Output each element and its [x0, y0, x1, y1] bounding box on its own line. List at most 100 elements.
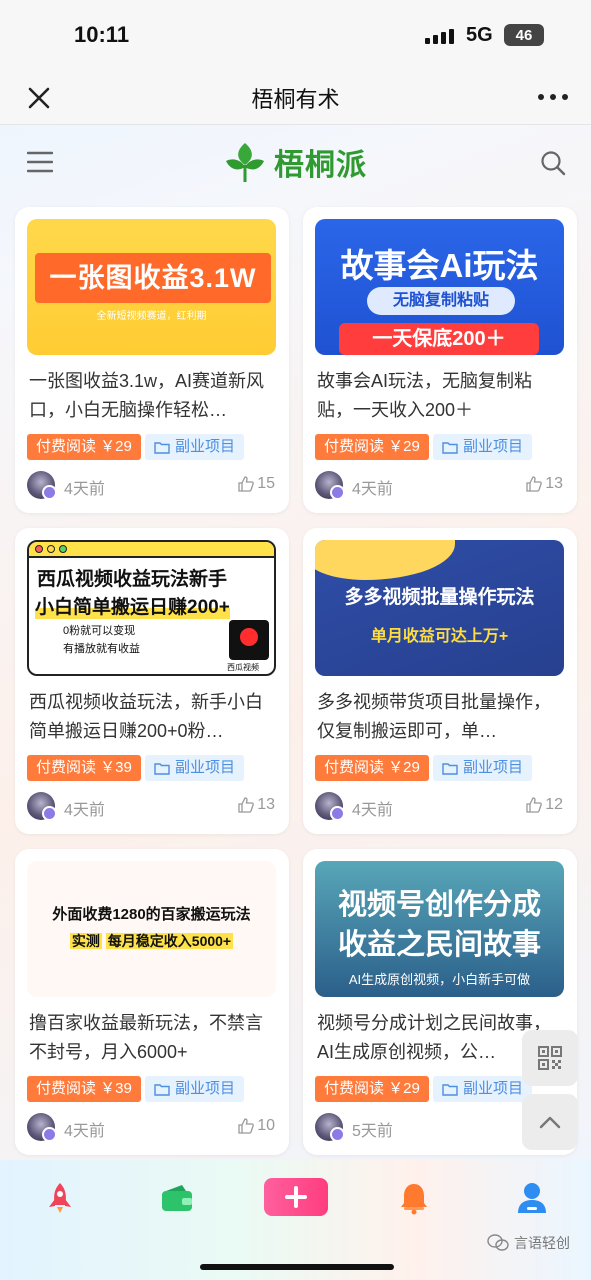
nav-notifications[interactable] [394, 1178, 434, 1218]
thumb-line: 小白简单搬运日赚200+ [35, 592, 230, 619]
avatar[interactable] [315, 1113, 345, 1142]
like-icon [238, 476, 255, 492]
like-icon [526, 476, 543, 492]
thumb-line: 外面收费1280的百家搬运玩法 [52, 906, 251, 923]
category-tag[interactable]: 副业项目 [145, 755, 245, 781]
like-count[interactable]: 10 [238, 1117, 275, 1135]
article-grid: 一张图收益3.1W 全新短视频赛道，红利期 一张图收益3.1w，AI赛道新风口，… [0, 0, 591, 1160]
home-indicator [200, 1264, 394, 1270]
nav-wallet[interactable] [157, 1178, 197, 1218]
thumb-line: 视频号创作分成 [337, 889, 541, 921]
thumb-line: 有播放就有收益 [63, 643, 140, 655]
category-label: 副业项目 [175, 1080, 236, 1097]
avatar[interactable] [27, 471, 57, 500]
thumb-line: 收益之民间故事 [337, 929, 541, 961]
category-tag[interactable]: 副业项目 [433, 1076, 533, 1102]
price-tag: 付费阅读 ￥29 [315, 434, 429, 460]
card-thumbnail[interactable]: 外面收费1280的百家搬运玩法 实测 每月稳定收入5000+ [27, 861, 276, 997]
like-count[interactable]: 15 [238, 475, 275, 493]
post-time: 5天前 [352, 1123, 393, 1140]
chevron-up-icon [539, 1116, 561, 1129]
card-thumbnail[interactable]: 西瓜视频收益玩法新手 小白简单搬运日赚200+ 0粉就可以变现 有播放就有收益 … [27, 540, 276, 676]
wechat-icon [487, 1234, 509, 1251]
article-card[interactable]: 外面收费1280的百家搬运玩法 实测 每月稳定收入5000+ 撸百家收益最新玩法… [15, 849, 289, 1155]
avatar[interactable] [315, 792, 345, 821]
category-label: 副业项目 [463, 759, 524, 776]
category-tag[interactable]: 副业项目 [145, 434, 245, 460]
thumb-line: 多多视频批量操作玩法 [344, 587, 535, 608]
thumb-line: AI生成原创视频，小白新手可做 [348, 972, 531, 987]
nav-home[interactable] [40, 1178, 80, 1218]
watermark-text: 言语轻创 [514, 1235, 570, 1251]
thumb-highlight: 实测 [69, 933, 102, 949]
thumb-line: 西瓜视频收益玩法新手 [37, 569, 228, 590]
article-card[interactable]: 多多视频批量操作玩法 单月收益可达上万+ 多多视频带货项目批量操作，仅复制搬运即… [303, 528, 577, 834]
card-title[interactable]: 西瓜视频收益玩法，新手小白简单搬运日赚200+0粉… [29, 688, 277, 746]
like-number: 12 [545, 796, 563, 813]
thumb-badge-label: 西瓜视频 [227, 663, 259, 672]
like-count[interactable]: 12 [526, 796, 563, 814]
category-label: 副业项目 [175, 759, 236, 776]
thumb-decoration [315, 540, 455, 580]
back-to-top-button[interactable] [522, 1094, 578, 1150]
card-title[interactable]: 一张图收益3.1w，AI赛道新风口，小白无脑操作轻松… [29, 367, 277, 425]
like-number: 10 [257, 1117, 275, 1134]
post-time: 4天前 [64, 481, 105, 498]
thumb-line: 实测 每月稳定收入5000+ [27, 931, 276, 951]
category-label: 副业项目 [463, 1080, 524, 1097]
bottom-nav: 言语轻创 [0, 1160, 591, 1280]
price-tag: 付费阅读 ￥39 [27, 755, 141, 781]
folder-icon [442, 762, 458, 775]
like-count[interactable]: 13 [238, 796, 275, 814]
thumb-headline: 故事会Ai玩法 [340, 247, 539, 284]
thumb-pill: 无脑复制粘贴 [367, 287, 515, 315]
thumb-bar: 一天保底200＋ [339, 323, 539, 355]
avatar[interactable] [27, 1113, 57, 1142]
card-thumbnail[interactable]: 一张图收益3.1W 全新短视频赛道，红利期 [27, 219, 276, 355]
like-icon [238, 1118, 255, 1134]
like-number: 13 [257, 796, 275, 813]
thumb-headline: 一张图收益3.1W [35, 253, 271, 303]
like-number: 13 [545, 475, 563, 492]
avatar[interactable] [315, 471, 345, 500]
price-tag: 付费阅读 ￥39 [27, 1076, 141, 1102]
avatar[interactable] [27, 792, 57, 821]
post-time: 4天前 [352, 481, 393, 498]
article-card[interactable]: 一张图收益3.1W 全新短视频赛道，红利期 一张图收益3.1w，AI赛道新风口，… [15, 207, 289, 513]
user-icon [518, 1183, 546, 1213]
card-title[interactable]: 故事会AI玩法，无脑复制粘贴，一天收入200＋ [317, 367, 565, 425]
category-label: 副业项目 [175, 438, 236, 455]
category-tag[interactable]: 副业项目 [145, 1076, 245, 1102]
qrcode-button[interactable] [522, 1030, 578, 1086]
article-card[interactable]: 故事会Ai玩法 无脑复制粘贴 一天保底200＋ 故事会AI玩法，无脑复制粘贴，一… [303, 207, 577, 513]
category-tag[interactable]: 副业项目 [433, 755, 533, 781]
post-time: 4天前 [352, 802, 393, 819]
like-number: 15 [257, 475, 275, 492]
category-label: 副业项目 [463, 438, 524, 455]
post-time: 4天前 [64, 1123, 105, 1140]
card-title[interactable]: 多多视频带货项目批量操作，仅复制搬运即可，单… [317, 688, 565, 746]
like-count[interactable]: 13 [526, 475, 563, 493]
folder-icon [442, 441, 458, 454]
thumb-subline: 全新短视频赛道，红利期 [96, 311, 207, 322]
card-thumbnail[interactable]: 多多视频批量操作玩法 单月收益可达上万+ [315, 540, 564, 676]
plus-icon [285, 1186, 307, 1208]
qrcode-icon [538, 1046, 562, 1070]
article-card[interactable]: 西瓜视频收益玩法新手 小白简单搬运日赚200+ 0粉就可以变现 有播放就有收益 … [15, 528, 289, 834]
rocket-icon [49, 1183, 71, 1213]
thumb-line: 单月收益可达上万+ [370, 628, 509, 645]
like-icon [526, 797, 543, 813]
category-tag[interactable]: 副业项目 [433, 434, 533, 460]
folder-icon [154, 762, 170, 775]
price-tag: 付费阅读 ￥29 [27, 434, 141, 460]
thumb-highlight: 每月稳定收入5000+ [105, 933, 234, 949]
create-button[interactable] [264, 1178, 328, 1216]
card-thumbnail[interactable]: 故事会Ai玩法 无脑复制粘贴 一天保底200＋ [315, 219, 564, 355]
play-icon [229, 620, 269, 660]
wallet-icon [162, 1185, 192, 1211]
bell-icon [401, 1184, 427, 1215]
nav-profile[interactable] [512, 1178, 552, 1218]
card-title[interactable]: 撸百家收益最新玩法，不禁言不封号，月入6000+ [29, 1009, 277, 1067]
folder-icon [442, 1083, 458, 1096]
card-thumbnail[interactable]: 视频号创作分成 收益之民间故事 AI生成原创视频，小白新手可做 [315, 861, 564, 997]
